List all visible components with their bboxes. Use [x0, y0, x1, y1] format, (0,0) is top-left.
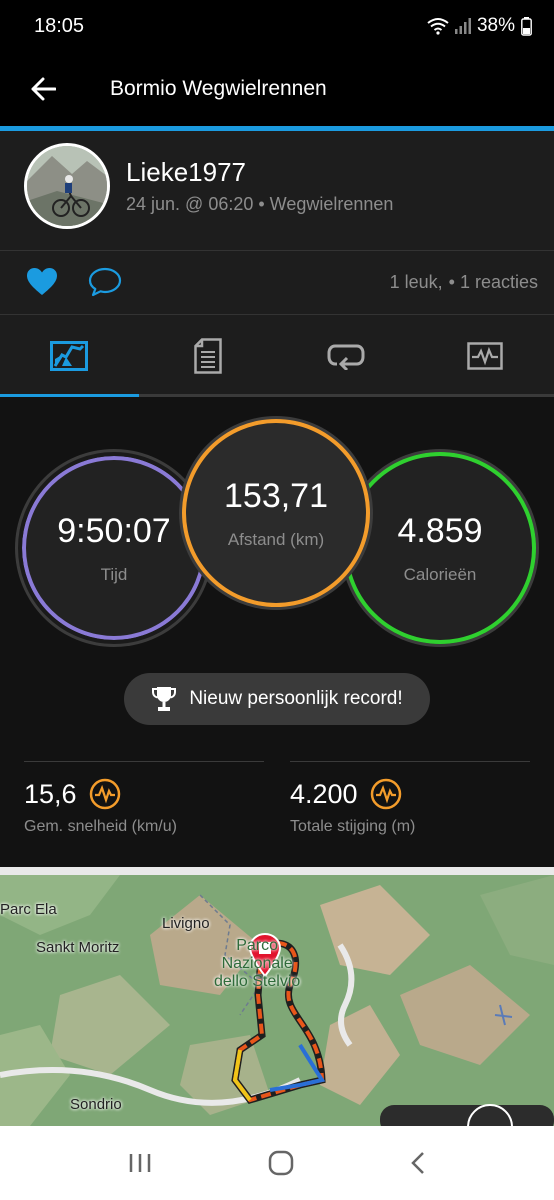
back-arrow-icon [31, 77, 56, 101]
wifi-icon [427, 18, 449, 35]
distance-label: Afstand (km) [227, 529, 325, 549]
system-nav-bar [0, 1126, 554, 1200]
route-map[interactable]: Parc Ela Livigno Sankt Moritz Sondrio Pa… [0, 867, 554, 1126]
social-counts[interactable]: 1 leuk, • 1 reacties [390, 272, 538, 293]
recent-apps-icon[interactable] [128, 1152, 152, 1174]
map-terrain [0, 875, 554, 1126]
time-ring: 9:50:07 Tijd [18, 452, 210, 644]
calories-label: Calorieën [403, 564, 477, 584]
back-nav-icon[interactable] [410, 1151, 426, 1175]
avg-speed-value: 15,6 [24, 778, 77, 809]
signal-icon [454, 18, 471, 34]
time-label: Tijd [100, 564, 128, 584]
avg-speed-label: Gem. snelheid (km/u) [24, 818, 177, 835]
battery-icon [521, 16, 532, 36]
map-label-sondrio: Sondrio [70, 1096, 122, 1113]
map-tab-icon [50, 341, 89, 371]
social-row: 1 leuk, • 1 reacties [0, 251, 554, 314]
total-climb-value: 4.200 [290, 778, 358, 809]
map-label-sankt-moritz: Sankt Moritz [36, 939, 120, 956]
total-climb-metric: 4.200 Totale stijging (m) [290, 761, 530, 836]
activity-badge-icon[interactable] [370, 778, 402, 810]
tab-laps[interactable] [277, 315, 416, 397]
user-name[interactable]: Lieke1977 [126, 157, 246, 188]
activity-meta: 24 jun. @ 06:20 • Wegwielrennen [126, 194, 394, 214]
tab-bar [0, 315, 554, 397]
laps-tab-icon [327, 344, 365, 370]
app-bar: Bormio Wegwielrennen [0, 52, 554, 126]
heart-icon[interactable] [26, 267, 58, 297]
battery-percent: 38% [476, 15, 515, 36]
personal-record-badge[interactable]: Nieuw persoonlijk record! [124, 673, 430, 725]
status-icons: 38% [427, 15, 532, 37]
avg-speed-metric: 15,6 Gem. snelheid (km/u) [24, 761, 264, 836]
status-time: 18:05 [34, 14, 85, 37]
distance-ring: 153,71 Afstand (km) [182, 419, 370, 607]
status-bar: 18:05 38% [0, 0, 554, 52]
details-tab-icon [194, 338, 222, 374]
likes-count: 1 leuk, [389, 272, 443, 292]
home-icon[interactable] [268, 1150, 294, 1176]
activity-header: Lieke1977 24 jun. @ 06:20 • Wegwielrenne… [0, 131, 554, 250]
map-label-parc-ela: Parc Ela [0, 901, 57, 918]
page-title: Bormio Wegwielrennen [110, 77, 327, 100]
map-label-park: Parco Nazionale dello Stelvio [214, 937, 300, 991]
tab-details[interactable] [138, 315, 277, 397]
total-climb-label: Totale stijging (m) [290, 818, 416, 835]
activity-badge-icon[interactable] [89, 778, 121, 810]
back-button[interactable] [0, 52, 86, 126]
metric-divider [24, 761, 264, 762]
park-line-3: dello Stelvio [214, 973, 301, 990]
time-value: 9:50:07 [57, 511, 171, 550]
record-label: Nieuw persoonlijk record! [189, 688, 403, 709]
distance-value: 153,71 [224, 476, 328, 515]
comments-count: • 1 reacties [448, 272, 538, 292]
avatar[interactable] [24, 143, 110, 229]
charts-tab-icon [467, 342, 503, 370]
calories-ring: 4.859 Calorieën [344, 452, 536, 644]
avatar-photo [27, 146, 107, 226]
tab-charts[interactable] [415, 315, 554, 397]
map-label-livigno: Livigno [162, 915, 210, 932]
trophy-icon [152, 687, 177, 711]
calories-value: 4.859 [397, 511, 483, 550]
metric-divider [290, 761, 530, 762]
park-line-1: Parco [236, 937, 279, 954]
park-line-2: Nazionale [221, 955, 293, 972]
tab-map[interactable] [0, 315, 139, 397]
stats-panel: 9:50:07 Tijd 4.859 Calorieën 153,71 Afst… [0, 397, 554, 867]
comment-icon[interactable] [88, 267, 122, 297]
